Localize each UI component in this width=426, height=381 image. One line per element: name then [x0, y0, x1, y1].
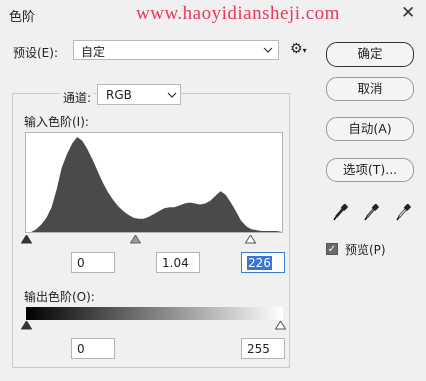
channel-value: RGB: [106, 88, 132, 102]
gray-eyedropper-icon[interactable]: [364, 203, 380, 221]
options-button[interactable]: 选项(T)...: [326, 158, 414, 182]
preset-select[interactable]: 自定: [73, 40, 279, 60]
input-levels-label: 输入色阶(I):: [24, 115, 89, 129]
auto-button[interactable]: 自动(A): [326, 117, 414, 141]
output-white-slider[interactable]: [275, 321, 286, 330]
preview-checkbox[interactable]: ✓: [326, 243, 338, 255]
output-black-slider[interactable]: [21, 321, 32, 330]
chevron-down-icon: [167, 92, 177, 98]
cancel-button[interactable]: 取消: [326, 77, 414, 101]
input-gamma-slider[interactable]: [130, 235, 141, 244]
dialog-title: 色阶: [9, 10, 36, 25]
input-black-field[interactable]: 0: [71, 252, 115, 273]
histogram-shape: [26, 137, 282, 232]
gear-icon[interactable]: ⚙▾: [290, 41, 307, 57]
preset-value: 自定: [81, 45, 106, 59]
black-eyedropper-icon[interactable]: [333, 203, 349, 221]
close-icon[interactable]: ✕: [401, 3, 415, 23]
preset-label: 预设(E):: [13, 46, 58, 60]
white-eyedropper-icon[interactable]: [396, 203, 412, 221]
output-gradient: [26, 307, 283, 320]
input-white-field[interactable]: 226: [241, 252, 285, 273]
channel-select[interactable]: RGB: [97, 84, 181, 105]
input-white-value: 226: [247, 256, 272, 270]
output-white-field[interactable]: 255: [241, 338, 285, 359]
ok-button[interactable]: 确定: [326, 42, 414, 67]
input-gamma-field[interactable]: 1.04: [156, 252, 200, 273]
output-levels-label: 输出色阶(O):: [24, 290, 95, 304]
channel-label: 通道:: [60, 89, 95, 106]
histogram: [25, 132, 283, 233]
output-black-field[interactable]: 0: [71, 338, 115, 359]
watermark-text: www.haoyidiansheji.com: [136, 3, 340, 24]
chevron-down-icon: [263, 47, 273, 53]
input-black-slider[interactable]: [21, 235, 32, 244]
histogram-chart: [26, 137, 282, 232]
input-white-slider[interactable]: [245, 235, 256, 244]
preview-label: 预览(P): [345, 243, 386, 257]
